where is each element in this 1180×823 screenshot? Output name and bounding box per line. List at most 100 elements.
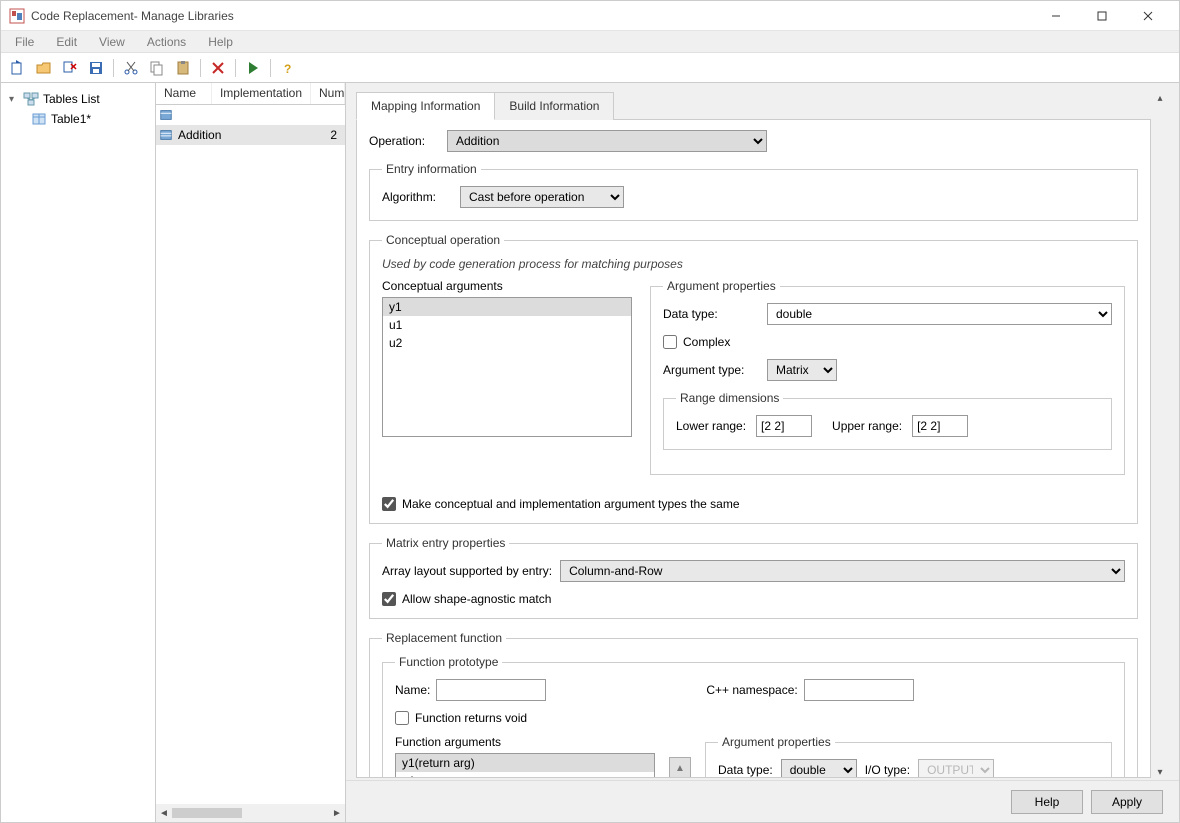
scroll-left-icon[interactable]: ◄ [156, 808, 172, 819]
fa-argument-properties-group: Argument properties Data type: double I/… [705, 735, 1112, 778]
tab-mapping[interactable]: Mapping Information [356, 92, 495, 120]
open-icon[interactable] [33, 57, 55, 79]
paste-icon[interactable] [172, 57, 194, 79]
list-item[interactable]: u1 [383, 316, 631, 334]
tree-root-label: Tables List [43, 92, 100, 106]
operation-select[interactable]: Addition [447, 130, 767, 152]
maximize-button[interactable] [1079, 1, 1125, 31]
vscrollbar[interactable]: ▴ ▾ [1151, 91, 1169, 780]
tree-item-label: Table1* [51, 112, 91, 126]
datatype-select[interactable]: double [767, 303, 1112, 325]
argument-properties-legend: Argument properties [663, 279, 780, 293]
lower-range-label: Lower range: [676, 419, 746, 433]
range-dimensions-group: Range dimensions Lower range: Upper rang… [663, 391, 1112, 450]
scroll-down-icon[interactable]: ▾ [1155, 765, 1164, 780]
menu-edit[interactable]: Edit [46, 33, 87, 51]
save-icon[interactable] [85, 57, 107, 79]
algorithm-select[interactable]: Cast before operation [460, 186, 624, 208]
algorithm-label: Algorithm: [382, 190, 452, 204]
tabstrip: Mapping Information Build Information [356, 91, 1151, 119]
entry-information-group: Entry information Algorithm: Cast before… [369, 162, 1138, 221]
matrix-entry-properties-group: Matrix entry properties Array layout sup… [369, 536, 1138, 619]
tab-build[interactable]: Build Information [494, 92, 614, 120]
fa-datatype-select[interactable]: double [781, 759, 857, 778]
help-icon[interactable]: ? [277, 57, 299, 79]
entry-num: 2 [315, 128, 345, 142]
menu-file[interactable]: File [5, 33, 44, 51]
shape-agnostic-checkbox[interactable] [382, 592, 396, 606]
argtype-select[interactable]: Matrix [767, 359, 837, 381]
svg-text:?: ? [284, 62, 291, 76]
delete-icon[interactable] [207, 57, 229, 79]
range-dimensions-legend: Range dimensions [676, 391, 783, 405]
run-icon[interactable] [242, 57, 264, 79]
matrix-entry-legend: Matrix entry properties [382, 536, 509, 550]
list-item[interactable]: y1 [383, 298, 631, 316]
close-file-icon[interactable] [59, 57, 81, 79]
help-button[interactable]: Help [1011, 790, 1083, 814]
col-name[interactable]: Name [156, 83, 212, 104]
lower-range-input[interactable] [756, 415, 812, 437]
returns-void-label: Function returns void [415, 711, 527, 725]
list-item[interactable]: u1 [396, 772, 654, 778]
datatype-label: Data type: [663, 307, 759, 321]
tree-pane: ▾ Tables List Table1* [1, 83, 156, 822]
shape-agnostic-label: Allow shape-agnostic match [402, 592, 551, 606]
cpp-namespace-input[interactable] [804, 679, 914, 701]
tree-root[interactable]: ▾ Tables List [5, 89, 155, 109]
complex-label: Complex [683, 335, 730, 349]
menu-actions[interactable]: Actions [137, 33, 196, 51]
close-button[interactable] [1125, 1, 1171, 31]
fn-name-input[interactable] [436, 679, 546, 701]
new-icon[interactable] [7, 57, 29, 79]
window-title: Code Replacement- Manage Libraries [31, 9, 1033, 23]
operation-label: Operation: [369, 134, 439, 148]
array-layout-select[interactable]: Column-and-Row [560, 560, 1125, 582]
hscroll-thumb[interactable] [172, 808, 242, 818]
list-header: Name Implementation Num [156, 83, 345, 105]
list-item[interactable]: y1(return arg) [396, 754, 654, 772]
array-layout-label: Array layout supported by entry: [382, 564, 552, 578]
function-args-list[interactable]: y1(return arg) u1 [395, 753, 655, 778]
footer: Help Apply [346, 780, 1179, 822]
move-up-button[interactable]: ▲ [669, 757, 691, 778]
conceptual-args-list[interactable]: y1 u1 u2 [382, 297, 632, 437]
tree-expander-icon[interactable]: ▾ [9, 94, 19, 105]
upper-range-input[interactable] [912, 415, 968, 437]
same-types-checkbox[interactable] [382, 497, 396, 511]
col-num[interactable]: Num [311, 83, 345, 104]
complex-checkbox[interactable] [663, 335, 677, 349]
cpp-namespace-label: C++ namespace: [706, 683, 797, 697]
scroll-right-icon[interactable]: ► [329, 808, 345, 819]
titlebar: Code Replacement- Manage Libraries [1, 1, 1179, 31]
list-body: Addition 2 [156, 105, 345, 804]
minimize-button[interactable] [1033, 1, 1079, 31]
list-item[interactable]: u2 [383, 334, 631, 352]
entry-icon [156, 128, 176, 142]
fa-iotype-select: OUTPUT [918, 759, 994, 778]
returns-void-checkbox[interactable] [395, 711, 409, 725]
menu-view[interactable]: View [89, 33, 135, 51]
entry-list-pane: Name Implementation Num Addition 2 ◄ ► [156, 83, 346, 822]
menubar: File Edit View Actions Help [1, 31, 1179, 53]
apply-button[interactable]: Apply [1091, 790, 1163, 814]
copy-icon[interactable] [146, 57, 168, 79]
replacement-function-legend: Replacement function [382, 631, 506, 645]
cut-icon[interactable] [120, 57, 142, 79]
menu-help[interactable]: Help [198, 33, 243, 51]
argument-properties-group: Argument properties Data type: double Co… [650, 279, 1125, 475]
entry-name: Addition [176, 128, 315, 142]
scroll-up-icon[interactable]: ▴ [1155, 91, 1164, 106]
conceptual-operation-legend: Conceptual operation [382, 233, 504, 247]
replacement-function-group: Replacement function Function prototype … [369, 631, 1138, 778]
list-hscrollbar[interactable]: ◄ ► [156, 804, 345, 822]
list-row[interactable]: Addition 2 [156, 125, 345, 145]
tree-item-table1[interactable]: Table1* [5, 109, 155, 129]
col-impl[interactable]: Implementation [212, 83, 311, 104]
tables-icon [23, 91, 39, 107]
app-icon [9, 8, 25, 24]
fa-argument-properties-legend: Argument properties [718, 735, 835, 749]
same-types-label: Make conceptual and implementation argum… [402, 497, 740, 511]
table-icon [31, 111, 47, 127]
list-row-summary[interactable] [156, 105, 345, 125]
